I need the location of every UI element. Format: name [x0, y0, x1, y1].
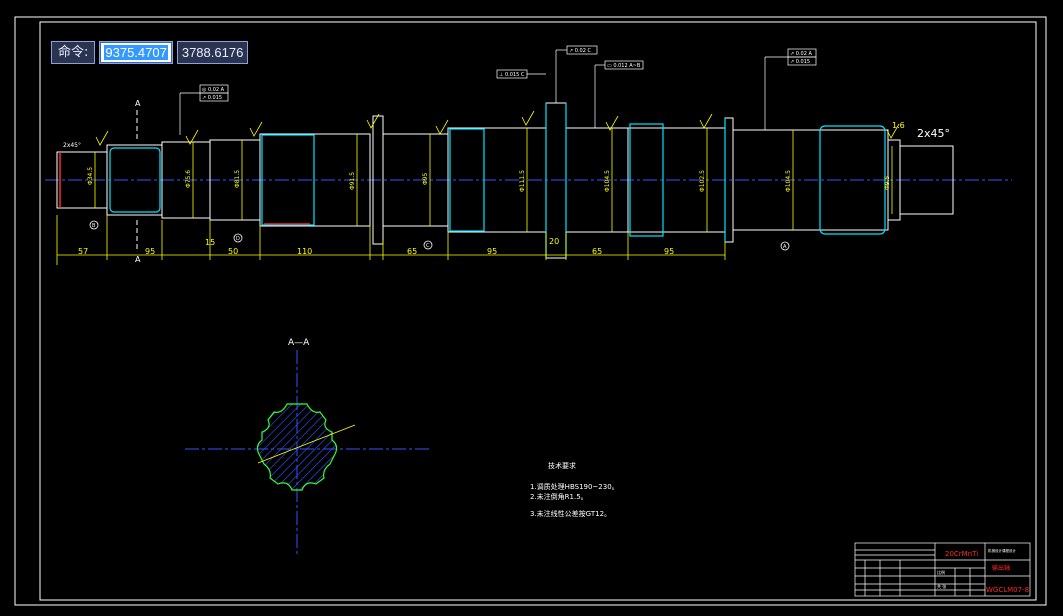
datum-d: D — [236, 236, 240, 242]
dimension-lines — [56, 128, 893, 265]
scale-label: 比例 — [937, 569, 945, 575]
datum-b: B — [92, 223, 96, 229]
svg-text:Φ75.6: Φ75.6 — [185, 170, 192, 188]
part-name: 输出轴 — [992, 564, 1010, 572]
datum-a: A — [783, 244, 787, 250]
tech-line-1: 1.调质处理HBS190~230。 — [530, 482, 619, 491]
svg-text:Φ91.5: Φ91.5 — [349, 172, 356, 190]
tol-frame-7: ↗ 0.015 — [790, 59, 810, 65]
section-title: A—A — [288, 338, 310, 348]
dim-1: 57 — [78, 247, 88, 256]
datum-markers — [89, 220, 790, 251]
tol-frame-5: ⊥ 0.015 C — [499, 72, 525, 78]
section-mark-top: A — [135, 99, 141, 108]
command-label: 命令: — [51, 41, 96, 64]
dim-9: 65 — [592, 247, 602, 256]
tol-frame-6: ↗ 0.02 A — [790, 51, 813, 57]
tolerance-frames: ◎ 0.02 A ↗ 0.015 ↗ 0.02 C ⊥ 0.015 C ▭ 0.… — [179, 45, 817, 135]
dim-5: 110 — [297, 247, 312, 256]
chamfer-right: 2x45° — [917, 127, 950, 140]
dim-6: 65 — [407, 247, 417, 256]
tech-line-2: 2.未注倒角R1.5。 — [530, 492, 588, 501]
tol-frame-4: ▭ 0.012 A~B — [607, 63, 641, 69]
dim-10: 95 — [664, 247, 674, 256]
length-dims: 57 95 15 50 110 65 95 20 65 95 — [78, 237, 674, 256]
tol-frame-1: ◎ 0.02 A — [202, 87, 225, 93]
dim-2: 95 — [145, 247, 155, 256]
dim-8: 20 — [549, 237, 559, 246]
tol-frame-3: ↗ 0.02 C — [569, 48, 592, 54]
dim-4: 50 — [228, 247, 238, 256]
svg-text:Φ104.5: Φ104.5 — [785, 170, 792, 192]
datum-c: C — [426, 243, 430, 249]
section-mark-bottom: A — [135, 255, 141, 264]
sheet-label: 共 张 — [937, 583, 946, 589]
svg-text:Φ102.5: Φ102.5 — [699, 170, 706, 192]
svg-text:Φ81.5: Φ81.5 — [234, 170, 241, 188]
svg-text:Φ9.5: Φ9.5 — [884, 176, 891, 190]
chamfer-left: 2x45° — [63, 142, 81, 149]
command-bar: 命令: 9375.4707 3788.6176 — [51, 41, 249, 64]
svg-text:Φ104.5: Φ104.5 — [604, 170, 611, 192]
dim-3: 15 — [205, 238, 215, 247]
tol-frame-2: ↗ 0.015 — [202, 95, 222, 101]
spline-section — [256, 403, 338, 491]
drawing-number: WGCLM07-8 — [986, 586, 1029, 594]
x-coordinate-value: 9375.4707 — [104, 45, 168, 60]
material-label: 20CrMnTi — [945, 550, 978, 558]
y-coordinate-input[interactable]: 3788.6176 — [176, 41, 249, 64]
org-label: 机械设计课程设计 — [988, 548, 1016, 553]
svg-text:Φ95: Φ95 — [422, 172, 429, 185]
tech-line-3: 3.未注线性公差按GT12。 — [530, 509, 611, 518]
tech-requirements: 技术要求 1.调质处理HBS190~230。 2.未注倒角R1.5。 3.未注线… — [530, 461, 619, 518]
cad-drawing-canvas[interactable]: Φ34.5 Φ75.6 Φ81.5 Φ91.5 Φ95 Φ111.5 Φ104.… — [0, 0, 1063, 616]
diameter-labels: Φ34.5 Φ75.6 Φ81.5 Φ91.5 Φ95 Φ111.5 Φ104.… — [87, 167, 891, 192]
x-coordinate-input[interactable]: 9375.4707 — [99, 41, 173, 64]
svg-text:Φ111.5: Φ111.5 — [519, 170, 526, 192]
dim-7: 95 — [487, 247, 497, 256]
tech-title: 技术要求 — [548, 461, 576, 470]
svg-text:Φ34.5: Φ34.5 — [87, 167, 94, 185]
